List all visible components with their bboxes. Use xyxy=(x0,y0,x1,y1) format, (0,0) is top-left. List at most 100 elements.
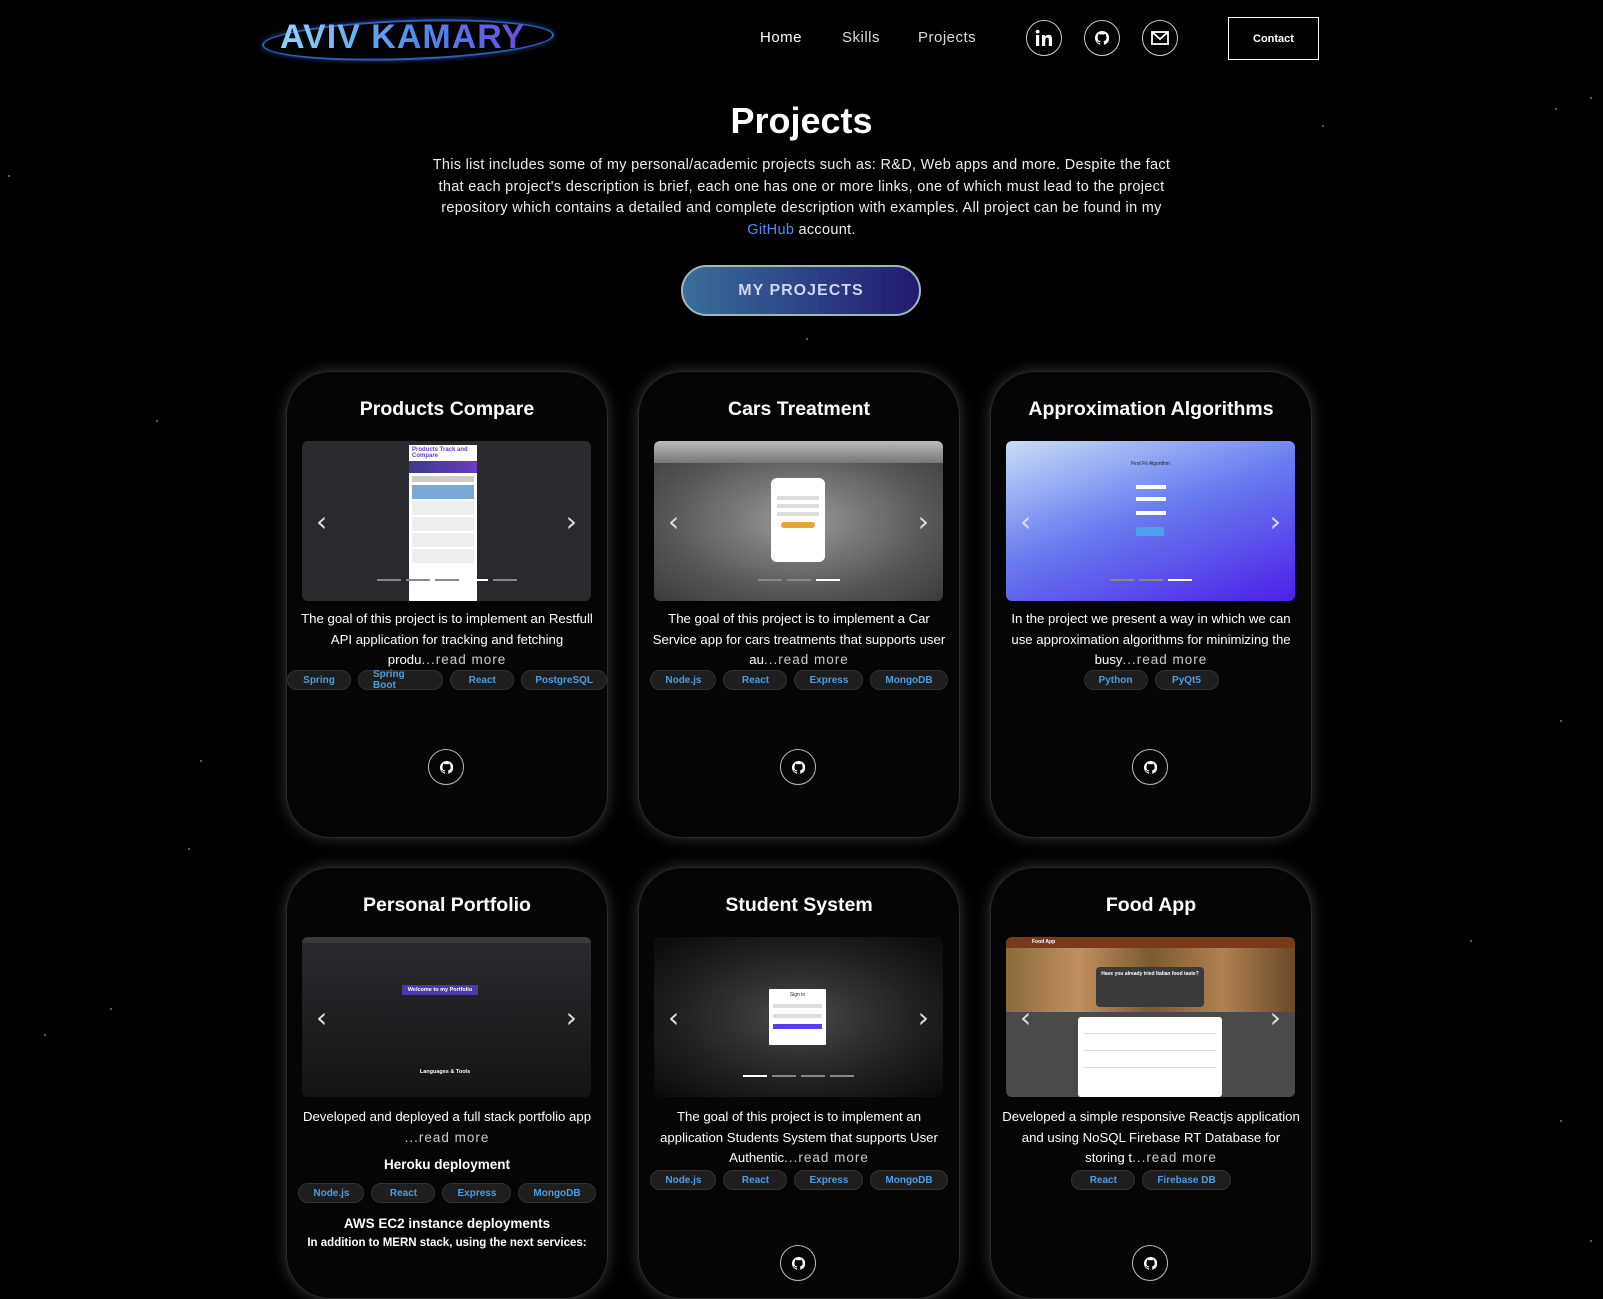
github-repo-button[interactable] xyxy=(780,749,816,785)
carousel-dot[interactable] xyxy=(1138,579,1163,581)
read-more-link[interactable]: ...read more xyxy=(1132,1150,1217,1165)
carousel-dot-active[interactable] xyxy=(463,579,488,581)
carousel-dots xyxy=(654,579,943,581)
project-card-approximation-algorithms: Approximation Algorithms First Fit Algor… xyxy=(990,371,1312,838)
tag: Express xyxy=(442,1183,512,1203)
chevron-right-icon[interactable]: › xyxy=(918,505,929,538)
carousel-dot[interactable] xyxy=(772,1075,796,1077)
github-icon xyxy=(1095,31,1109,45)
chevron-left-icon[interactable]: ‹ xyxy=(1020,505,1031,538)
project-card-food-app: Food App Food App Have you already tried… xyxy=(990,867,1312,1299)
nav-projects[interactable]: Projects xyxy=(918,29,976,46)
nav-skills[interactable]: Skills xyxy=(842,29,880,46)
carousel-dot-active[interactable] xyxy=(1167,579,1192,581)
tag: MongoDB xyxy=(870,670,948,690)
tag: Spring Boot xyxy=(358,669,444,691)
tag: React xyxy=(1071,1170,1136,1190)
tag: React xyxy=(723,670,788,690)
heroku-heading: Heroku deployment xyxy=(383,1157,511,1172)
project-description: The goal of this project is to implement… xyxy=(649,1107,949,1169)
tech-tags: Node.js React Express MongoDB xyxy=(639,1170,959,1190)
carousel-dot[interactable] xyxy=(1109,579,1134,581)
read-more-link[interactable]: ...read more xyxy=(421,652,506,667)
tag: Spring xyxy=(287,670,351,690)
mail-button[interactable] xyxy=(1142,20,1178,56)
project-card-cars-treatment: Cars Treatment ‹ › The goal of this proj… xyxy=(638,371,960,838)
carousel-dot[interactable] xyxy=(786,579,811,581)
tech-tags: Spring Spring Boot React PostgreSQL xyxy=(287,669,607,691)
project-description: The goal of this project is to implement… xyxy=(649,609,949,671)
chevron-left-icon[interactable]: ‹ xyxy=(316,505,327,538)
tech-tags: Python PyQt5 xyxy=(991,670,1311,690)
carousel-dot-active[interactable] xyxy=(815,579,840,581)
chevron-right-icon[interactable]: › xyxy=(918,1001,929,1034)
tag: React xyxy=(723,1170,788,1190)
project-title: Personal Portfolio xyxy=(363,894,531,916)
tag: React xyxy=(371,1183,436,1203)
carousel-dot[interactable] xyxy=(757,579,782,581)
mock-menu-list xyxy=(1078,1017,1222,1097)
github-repo-button[interactable] xyxy=(1132,749,1168,785)
project-description: The goal of this project is to implement… xyxy=(297,609,597,671)
project-title: Cars Treatment xyxy=(728,398,870,420)
project-description: In the project we present a way in which… xyxy=(1001,609,1301,671)
my-projects-button[interactable]: MY PROJECTS xyxy=(681,265,921,316)
github-icon xyxy=(791,760,805,774)
carousel-dot[interactable] xyxy=(492,579,517,581)
chevron-right-icon[interactable]: › xyxy=(1270,505,1281,538)
logo-text: AVIV KAMARY xyxy=(280,18,526,56)
tag: PostgreSQL xyxy=(521,670,607,690)
project-carousel: Food App Have you already tried Italian … xyxy=(1006,937,1295,1097)
top-navbar: AVIV KAMARY Home Skills Projects Contact xyxy=(0,0,1603,80)
project-card-student-system: Student System Sign in ‹ › The goal of t… xyxy=(638,867,960,1299)
mock-bar xyxy=(409,461,477,473)
tech-tags: React Firebase DB xyxy=(991,1170,1311,1190)
read-more-link[interactable]: ...read more xyxy=(784,1150,869,1165)
nav-home[interactable]: Home xyxy=(760,29,802,46)
chevron-left-icon[interactable]: ‹ xyxy=(668,505,679,538)
github-repo-button[interactable] xyxy=(428,749,464,785)
chevron-right-icon[interactable]: › xyxy=(1270,1001,1281,1034)
carousel-dots xyxy=(1006,579,1295,581)
mock-banner: Welcome to my Portfolio xyxy=(402,985,478,995)
carousel-dot[interactable] xyxy=(405,579,430,581)
linkedin-icon xyxy=(1035,29,1052,46)
project-carousel: Welcome to my Portfolio Languages & Tool… xyxy=(302,937,591,1097)
tag: React xyxy=(450,670,515,690)
github-icon xyxy=(1143,760,1157,774)
mock-browser-bar xyxy=(302,937,591,943)
mock-section-title: Languages & Tools xyxy=(419,1069,471,1075)
carousel-dot[interactable] xyxy=(830,1075,854,1077)
github-button[interactable] xyxy=(1084,20,1120,56)
tag: Express xyxy=(794,1170,864,1190)
github-repo-button[interactable] xyxy=(1132,1245,1168,1281)
chevron-left-icon[interactable]: ‹ xyxy=(668,1001,679,1034)
chevron-right-icon[interactable]: › xyxy=(566,505,577,538)
github-repo-button[interactable] xyxy=(780,1245,816,1281)
tag: Express xyxy=(794,670,864,690)
chevron-left-icon[interactable]: ‹ xyxy=(1020,1001,1031,1034)
carousel-dot[interactable] xyxy=(801,1075,825,1077)
carousel-dot-active[interactable] xyxy=(743,1075,767,1077)
project-card-personal-portfolio: Personal Portfolio Welcome to my Portfol… xyxy=(286,867,608,1299)
carousel-dot[interactable] xyxy=(376,579,401,581)
mock-banner-text: Have you already tried Italian food tast… xyxy=(1096,967,1204,1007)
chevron-left-icon[interactable]: ‹ xyxy=(316,1001,327,1034)
logo[interactable]: AVIV KAMARY xyxy=(261,10,555,68)
read-more-link[interactable]: ...read more xyxy=(1123,652,1208,667)
mock-signup-form xyxy=(771,478,825,562)
carousel-dot[interactable] xyxy=(434,579,459,581)
github-icon xyxy=(791,1256,805,1270)
read-more-link[interactable]: ...read more xyxy=(405,1130,490,1145)
tag: Node.js xyxy=(650,1170,717,1190)
linkedin-button[interactable] xyxy=(1026,20,1062,56)
project-carousel: Sign in ‹ › xyxy=(654,937,943,1097)
desc-text: Developed and deployed a full stack port… xyxy=(302,1109,592,1124)
read-more-link[interactable]: ...read more xyxy=(764,652,849,667)
github-link[interactable]: GitHub xyxy=(747,222,794,238)
contact-button[interactable]: Contact xyxy=(1228,17,1319,60)
screenshot-phone: Products Track and Compare xyxy=(409,445,477,601)
chevron-right-icon[interactable]: › xyxy=(566,1001,577,1034)
project-title: Products Compare xyxy=(359,398,535,420)
page-title: Projects xyxy=(730,100,873,141)
